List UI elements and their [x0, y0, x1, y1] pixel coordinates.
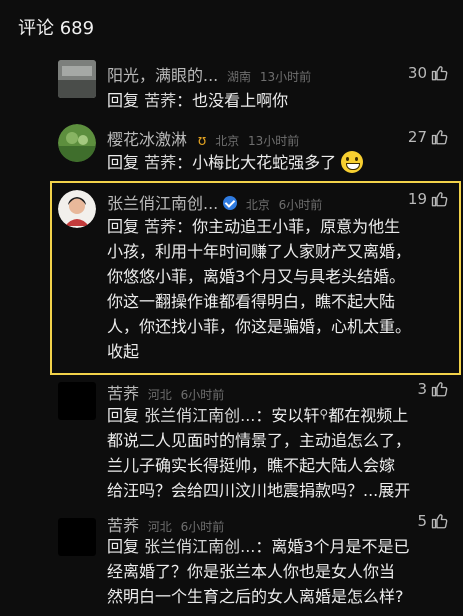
like-button[interactable]: 5 — [417, 512, 449, 530]
verified-badge-icon — [223, 196, 238, 210]
like-count: 5 — [417, 512, 427, 530]
thumbs-up-icon — [431, 192, 448, 207]
like-button[interactable]: 3 — [417, 380, 449, 398]
collapse-link[interactable]: 收起 — [107, 339, 445, 364]
location: 湖南 — [227, 70, 252, 84]
thumbs-up-icon — [431, 66, 448, 81]
expand-link[interactable]: 展开 — [378, 481, 410, 500]
avatar[interactable] — [58, 518, 96, 556]
timestamp: 13小时前 — [248, 134, 300, 148]
like-count: 27 — [407, 128, 427, 146]
location: 北京 — [215, 134, 240, 148]
search-icon[interactable]: ⚲ — [319, 407, 328, 421]
comment-text: 回复 张兰俏江南创...：安以轩⚲都在视频上 都说二人见面时的情景了，主动追怎么… — [107, 406, 412, 500]
like-button[interactable]: 27 — [408, 128, 449, 146]
username[interactable]: 苦荞 — [107, 516, 139, 535]
grin-emoji-icon — [341, 151, 364, 173]
mention-link[interactable]: 苦荞 — [144, 91, 176, 110]
mention-link[interactable]: 苦荞 — [144, 217, 176, 236]
location: 河北 — [147, 520, 172, 534]
location: 河北 — [147, 388, 172, 402]
comment-item: 苦荞 河北 6小时前 3 回复 张兰俏江南创...：安以轩⚲都在视频上 都说二人… — [0, 378, 463, 503]
location: 北京 — [245, 198, 270, 212]
comment-item: 苦荞 河北 6小时前 5 回复 张兰俏江南创...：离婚3个月是不是已 经离婚了… — [0, 510, 463, 616]
username[interactable]: 苦荞 — [107, 384, 139, 403]
mention-link[interactable]: 张兰俏江南创... — [144, 537, 255, 556]
thumbs-up-icon — [431, 514, 448, 529]
like-count: 3 — [417, 380, 427, 398]
vip-badge-icon: ʊ — [197, 133, 207, 149]
like-button[interactable]: 30 — [408, 64, 449, 82]
username[interactable]: 张兰俏江南创... — [107, 194, 218, 213]
avatar[interactable] — [58, 190, 96, 228]
comment-item: 樱花冰激淋 ʊ 北京 13小时前 27 回复 苦荞：小梅比大花蛇强多了 — [0, 120, 463, 180]
comment-item: 张兰俏江南创... 北京 6小时前 19 回复 苦荞：你主动追王小菲，原意为他生… — [0, 186, 463, 371]
like-count: 19 — [407, 190, 427, 208]
username[interactable]: 阳光，满眼的... — [107, 66, 218, 85]
comment-text: 回复 苦荞：也没看上啊你 — [107, 91, 289, 110]
like-button[interactable]: 19 — [408, 190, 449, 208]
comment-item: 阳光，满眼的... 湖南 13小时前 30 回复 苦荞：也没看上啊你 — [0, 58, 463, 118]
comment-text: 回复 苦荞：小梅比大花蛇强多了 — [107, 150, 445, 175]
timestamp: 6小时前 — [180, 520, 225, 534]
avatar[interactable] — [58, 60, 96, 98]
mention-link[interactable]: 张兰俏江南创... — [144, 406, 255, 425]
thumbs-up-icon — [431, 130, 448, 145]
username[interactable]: 樱花冰激淋 — [107, 130, 187, 149]
avatar[interactable] — [58, 124, 96, 162]
like-count: 30 — [407, 64, 427, 82]
avatar[interactable] — [58, 382, 96, 420]
comment-text: 回复 张兰俏江南创...：离婚3个月是不是已 经离婚了？你是张兰本人你也是女人你… — [107, 537, 410, 606]
comment-text: 回复 苦荞：你主动追王小菲，原意为他生 小孩，利用十年时间赚了人家财产又离婚， … — [107, 214, 445, 364]
thumbs-up-icon — [431, 382, 448, 397]
comments-header: 评论 689 — [18, 18, 95, 39]
timestamp: 6小时前 — [180, 388, 225, 402]
timestamp: 13小时前 — [259, 70, 312, 84]
timestamp: 6小时前 — [278, 198, 323, 212]
mention-link[interactable]: 苦荞 — [144, 153, 176, 172]
